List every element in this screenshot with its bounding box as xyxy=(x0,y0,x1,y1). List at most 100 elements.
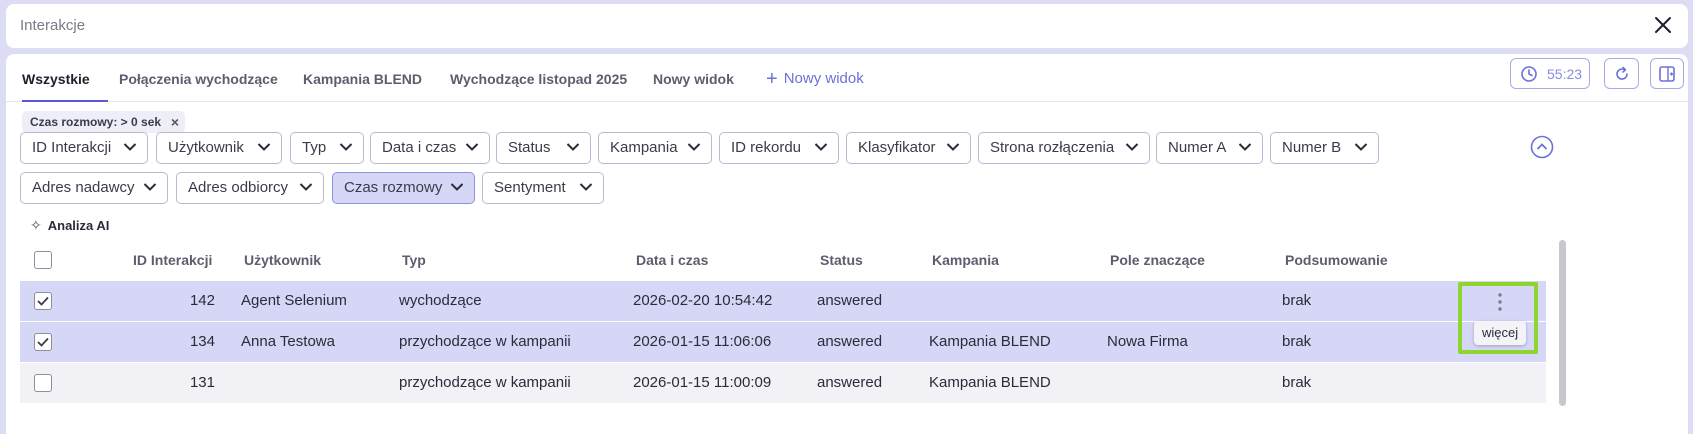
clock-icon xyxy=(1521,66,1537,82)
tab-label: Wychodzące listopad 2025 xyxy=(450,71,628,87)
filter-type[interactable]: Typ xyxy=(290,132,364,164)
filter-record-id[interactable]: ID rekordu xyxy=(719,132,839,164)
cell-type: przychodzące w kampanii xyxy=(399,374,571,391)
column-header-campaign[interactable]: Kampania xyxy=(932,252,999,268)
cell-type: przychodzące w kampanii xyxy=(399,333,571,350)
tab-campaign-blend[interactable]: Kampania BLEND xyxy=(303,54,422,102)
cell-id: 142 xyxy=(189,292,215,309)
window-header: Interakcje xyxy=(6,4,1688,48)
chevron-down-icon xyxy=(579,183,593,191)
filter-classifier[interactable]: Klasyfikator xyxy=(846,132,971,164)
collapse-filters-icon[interactable] xyxy=(1530,135,1554,159)
ai-analysis-button[interactable]: ✧ Analiza AI xyxy=(30,217,109,234)
filter-number-a[interactable]: Numer A xyxy=(1156,132,1263,164)
filter-label: Data i czas xyxy=(382,139,457,156)
add-view-button[interactable]: + Nowy widok xyxy=(766,54,864,102)
filter-label: Adres odbiorcy xyxy=(188,179,289,196)
column-header-id[interactable]: ID Interakcji xyxy=(133,252,212,268)
interactions-panel: Wszystkie Połączenia wychodzące Kampania… xyxy=(6,54,1688,434)
filter-recipient-address[interactable]: Adres odbiorcy xyxy=(176,172,324,204)
chevron-down-icon xyxy=(1238,143,1252,151)
filter-user[interactable]: Użytkownik xyxy=(156,132,282,164)
refresh-button[interactable] xyxy=(1604,58,1639,89)
row-checkbox[interactable] xyxy=(34,374,52,392)
column-header-user[interactable]: Użytkownik xyxy=(244,252,321,268)
filter-label: Status xyxy=(508,139,551,156)
more-tooltip: więcej xyxy=(1474,321,1527,345)
filter-number-b[interactable]: Numer B xyxy=(1270,132,1379,164)
filter-status[interactable]: Status xyxy=(496,132,591,164)
column-header-status[interactable]: Status xyxy=(820,252,863,268)
sparkle-icon: ✧ xyxy=(30,217,42,233)
tab-new-view[interactable]: Nowy widok xyxy=(653,54,734,102)
filter-label: Typ xyxy=(302,139,327,156)
cell-campaign: Kampania BLEND xyxy=(929,374,1051,391)
filter-label: Numer A xyxy=(1168,139,1227,156)
tab-outgoing-calls[interactable]: Połączenia wychodzące xyxy=(119,54,278,102)
layout-button[interactable] xyxy=(1650,58,1684,89)
chevron-down-icon xyxy=(1125,143,1139,151)
checkmark-icon xyxy=(37,296,49,306)
filter-label: Klasyfikator xyxy=(858,139,936,156)
chevron-down-icon xyxy=(1354,143,1368,151)
filter-sentiment[interactable]: Sentyment xyxy=(482,172,604,204)
filter-disconnect-side[interactable]: Strona rozłączenia xyxy=(978,132,1150,164)
active-filter-chip: Czas rozmowy: > 0 sek × xyxy=(22,111,186,133)
tab-label: Połączenia wychodzące xyxy=(119,71,278,87)
cell-campaign: Kampania BLEND xyxy=(929,333,1051,350)
cell-id: 134 xyxy=(189,333,215,350)
cell-summary: brak xyxy=(1282,374,1312,391)
filter-sender-address[interactable]: Adres nadawcy xyxy=(20,172,168,204)
row-checkbox[interactable] xyxy=(34,333,52,351)
column-header-type[interactable]: Typ xyxy=(402,252,426,268)
more-options-icon[interactable] xyxy=(1494,290,1506,314)
cell-user: Anna Testowa xyxy=(241,333,335,350)
column-header-significant-field[interactable]: Pole znaczące xyxy=(1110,252,1205,268)
filter-label: Czas rozmowy xyxy=(344,179,443,196)
column-header-summary[interactable]: Podsumowanie xyxy=(1285,252,1388,268)
table-scrollbar[interactable] xyxy=(1559,240,1566,406)
cell-id: 131 xyxy=(189,374,215,391)
tab-outgoing-november[interactable]: Wychodzące listopad 2025 xyxy=(450,54,627,102)
close-icon[interactable] xyxy=(1652,14,1674,36)
cell-datetime: 2026-01-15 11:06:06 xyxy=(633,333,772,350)
filter-label: Użytkownik xyxy=(168,139,244,156)
filter-datetime[interactable]: Data i czas xyxy=(370,132,490,164)
column-header-datetime[interactable]: Data i czas xyxy=(636,252,708,268)
filter-call-duration[interactable]: Czas rozmowy xyxy=(332,172,475,204)
tab-label: Nowy widok xyxy=(653,71,734,87)
timer-value: 55:23 xyxy=(1547,66,1583,82)
chevron-down-icon xyxy=(946,143,960,151)
cell-datetime: 2026-02-20 10:54:42 xyxy=(633,292,773,309)
checkmark-icon xyxy=(37,337,49,347)
refresh-icon xyxy=(1616,66,1628,80)
plus-icon: + xyxy=(766,68,778,90)
timer-button[interactable]: 55:23 xyxy=(1510,58,1590,89)
chevron-down-icon xyxy=(299,183,313,191)
select-all-checkbox[interactable] xyxy=(34,251,52,269)
chevron-down-icon xyxy=(814,143,828,151)
chevron-down-icon xyxy=(566,143,580,151)
add-view-label: Nowy widok xyxy=(783,70,864,87)
filter-campaign[interactable]: Kampania xyxy=(598,132,712,164)
row-checkbox[interactable] xyxy=(34,292,52,310)
table-row[interactable]: 131 przychodzące w kampanii 2026-01-15 1… xyxy=(20,363,1546,403)
table-row[interactable]: 134 Anna Testowa przychodzące w kampanii… xyxy=(20,322,1546,362)
filter-interaction-id[interactable]: ID Interakcji xyxy=(20,132,148,164)
filter-label: ID rekordu xyxy=(731,139,802,156)
tab-all[interactable]: Wszystkie xyxy=(22,54,108,102)
chevron-down-icon xyxy=(687,143,701,151)
chevron-down-icon xyxy=(143,183,157,191)
cell-status: answered xyxy=(817,374,883,391)
filter-label: Numer B xyxy=(1282,139,1342,156)
cell-status: answered xyxy=(817,333,883,350)
filter-label: Adres nadawcy xyxy=(32,179,135,196)
cell-status: answered xyxy=(817,292,883,309)
cell-datetime: 2026-01-15 11:00:09 xyxy=(633,374,772,391)
panel-layout-icon xyxy=(1659,66,1675,82)
cell-type: wychodzące xyxy=(399,292,482,309)
table-row[interactable]: 142 Agent Selenium wychodzące 2026-02-20… xyxy=(20,281,1546,321)
cell-summary: brak xyxy=(1282,292,1312,309)
remove-chip-icon[interactable]: × xyxy=(171,111,179,133)
filter-label: Sentyment xyxy=(494,179,566,196)
